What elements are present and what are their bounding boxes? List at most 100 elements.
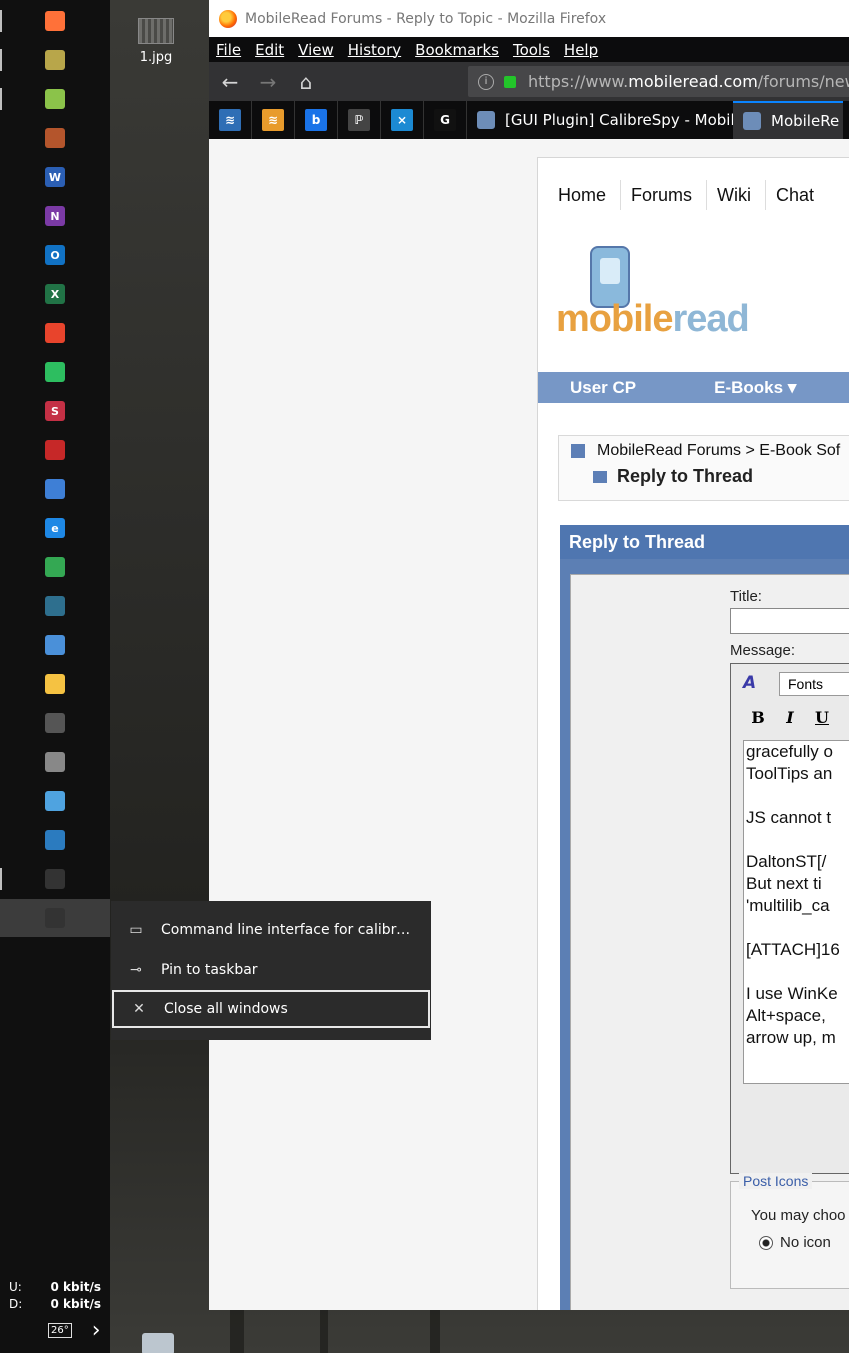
taskbar-app-red-bug-app[interactable] <box>0 431 110 469</box>
taskbar-app-word[interactable]: W <box>0 158 110 196</box>
tab-mobileread[interactable]: MobileRe <box>733 101 843 139</box>
taskbar-app-edge[interactable]: e <box>0 509 110 547</box>
chevron-right-icon[interactable]: › <box>92 1318 101 1343</box>
desktop-file-icon[interactable]: 1.jpg <box>130 18 182 65</box>
underline-button[interactable]: U <box>812 708 832 727</box>
pinned-tab-1[interactable]: ≋ <box>209 101 252 139</box>
forward-icon[interactable]: → <box>249 62 287 101</box>
word-icon: W <box>45 167 65 187</box>
jumplist-app-item[interactable]: ▭ Command line interface for calibre d..… <box>111 911 431 949</box>
close-all-windows-item[interactable]: ✕ Close all windows <box>112 990 430 1028</box>
taskbar-app-notes-app[interactable] <box>0 80 110 118</box>
title-input[interactable] <box>730 608 849 634</box>
taskbar-app-app-blue[interactable] <box>0 821 110 859</box>
pinned-tab-6[interactable]: G <box>424 101 467 139</box>
reply-header: Reply to Thread <box>560 525 849 559</box>
download-value: 0 kbit/s <box>50 1297 101 1311</box>
taskbar-app-evernote[interactable] <box>0 353 110 391</box>
url-bar[interactable]: i https://www. mobileread.com/forums/new <box>468 66 849 97</box>
app-blue-icon <box>45 830 65 850</box>
taskbar-app-clipboard-app[interactable] <box>0 626 110 664</box>
taskbar-app-file-explorer[interactable] <box>0 665 110 703</box>
message-textarea[interactable]: gracefully o ToolTips an JS cannot t Dal… <box>743 740 849 1084</box>
title-label: Title: <box>730 588 762 605</box>
tool-app-icon <box>45 50 65 70</box>
info-icon[interactable]: i <box>478 73 494 90</box>
pinned-tab-2-favicon-icon: ≋ <box>262 109 284 131</box>
menu-bookmarks[interactable]: Bookmarks <box>415 41 499 59</box>
nav-home[interactable]: Home <box>548 180 622 210</box>
navigation-toolbar: ← → ⌂ i https://www. mobileread.com/forum… <box>209 62 849 101</box>
mobileread-logo[interactable]: mobileread <box>556 246 776 356</box>
upload-label: U: <box>9 1280 22 1294</box>
taskbar-app-app-s[interactable]: S <box>0 392 110 430</box>
tab-label: MobileRe <box>771 112 840 130</box>
upload-value: 0 kbit/s <box>50 1280 101 1294</box>
pinned-tab-4[interactable]: ℙ <box>338 101 381 139</box>
taskbar-app-pdf-app[interactable] <box>0 314 110 352</box>
firefox-logo-icon <box>219 9 237 28</box>
close-icon: ✕ <box>133 1001 145 1017</box>
breadcrumb-path[interactable]: MobileRead Forums > E-Book Sof <box>597 442 840 460</box>
taskbar-app-excel[interactable]: X <box>0 275 110 313</box>
user-nav-bar: User CP E-Books ▾ <box>538 372 849 403</box>
nav-chat[interactable]: Chat <box>766 180 828 210</box>
taskbar-app-calibre-debug[interactable] <box>0 899 110 937</box>
user-cp-link[interactable]: User CP <box>570 378 636 398</box>
onenote-icon: N <box>45 206 65 226</box>
taskbar-app-terminal[interactable] <box>0 860 110 898</box>
tab-calibrespy[interactable]: [GUI Plugin] CalibreSpy - Mobil ✕ <box>467 101 733 139</box>
pinned-tab-5-favicon-icon: ⨯ <box>391 109 413 131</box>
recycle-bin-icon[interactable] <box>142 1333 174 1353</box>
back-icon[interactable]: ← <box>211 62 249 101</box>
excel-icon: X <box>45 284 65 304</box>
tool-app-2-icon <box>45 479 65 499</box>
firefox-window: MobileRead Forums - Reply to Topic - Moz… <box>209 0 849 1310</box>
pinned-tab-3[interactable]: b <box>295 101 338 139</box>
breadcrumb-current: Reply to Thread <box>617 466 754 486</box>
taskbar-app-outlook[interactable]: O <box>0 236 110 274</box>
menu-history[interactable]: History <box>348 41 401 59</box>
remove-format-icon[interactable]: A <box>743 673 765 695</box>
menu-file[interactable]: File <box>216 41 241 59</box>
taskbar-app-remote-app[interactable] <box>0 782 110 820</box>
pin-to-taskbar-label: Pin to taskbar <box>161 962 258 978</box>
italic-button[interactable]: I <box>780 708 800 727</box>
taskbar-app-tool-app[interactable] <box>0 41 110 79</box>
bold-button[interactable]: B <box>748 708 768 727</box>
ebooks-dropdown[interactable]: E-Books ▾ <box>714 378 796 398</box>
lock-icon[interactable] <box>504 75 516 88</box>
menu-bar: File Edit View History Bookmarks Tools H… <box>209 37 849 62</box>
taskbar-app-calibre-library[interactable] <box>0 119 110 157</box>
nav-wiki[interactable]: Wiki <box>707 180 767 210</box>
taskbar-app-tool-app-2[interactable] <box>0 470 110 508</box>
mobileread-favicon-icon <box>477 111 495 129</box>
taskbar-app-onenote[interactable]: N <box>0 197 110 235</box>
taskbar-app-chrome[interactable] <box>0 548 110 586</box>
message-label: Message: <box>730 642 796 659</box>
home-icon[interactable]: ⌂ <box>287 62 325 101</box>
title-bar[interactable]: MobileRead Forums - Reply to Topic - Moz… <box>209 0 849 37</box>
nav-forums[interactable]: Forums <box>621 180 708 210</box>
radio-selected-icon[interactable] <box>759 1235 773 1250</box>
taskbar-app-editor-app[interactable] <box>0 587 110 625</box>
taskbar-app-firefox[interactable] <box>0 2 110 40</box>
menu-help[interactable]: Help <box>564 41 598 59</box>
no-icon-radio[interactable]: No icon <box>759 1234 831 1251</box>
editor-toolbar: A Fonts <box>743 672 849 696</box>
pinned-tab-6-favicon-icon: G <box>434 109 456 131</box>
firefox-icon <box>45 11 65 31</box>
pinned-tab-5[interactable]: ⨯ <box>381 101 424 139</box>
font-select[interactable]: Fonts <box>779 672 849 696</box>
menu-tools[interactable]: Tools <box>513 41 550 59</box>
menu-edit[interactable]: Edit <box>255 41 284 59</box>
taskbar-app-snip-tool[interactable] <box>0 743 110 781</box>
menu-view[interactable]: View <box>298 41 334 59</box>
window-title: MobileRead Forums - Reply to Topic - Moz… <box>245 10 607 27</box>
download-label: D: <box>9 1297 23 1311</box>
post-icons-legend: Post Icons <box>739 1173 813 1189</box>
pinned-tab-2[interactable]: ≋ <box>252 101 295 139</box>
pin-to-taskbar-item[interactable]: ⊸ Pin to taskbar <box>111 951 431 989</box>
weather-icon[interactable]: 26° <box>48 1323 72 1338</box>
taskbar-app-calculator[interactable] <box>0 704 110 742</box>
